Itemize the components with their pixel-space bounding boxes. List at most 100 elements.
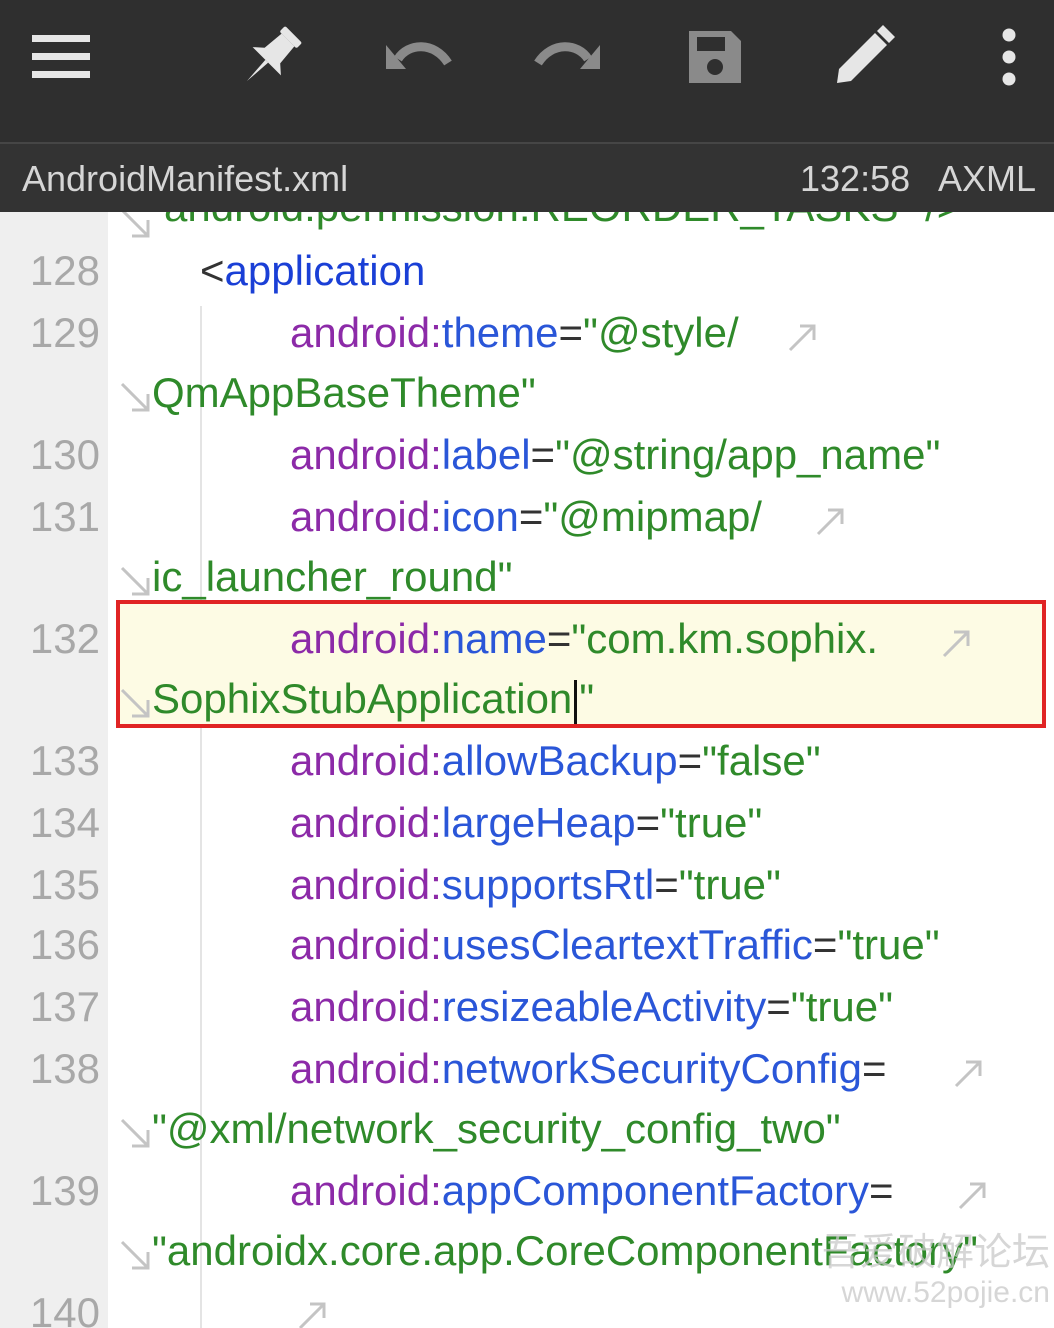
line-number: 133: [29, 737, 100, 784]
equals-sign: =: [861, 1045, 887, 1092]
file-name: AndroidManifest.xml: [22, 158, 349, 199]
line-number: 138: [29, 1045, 100, 1092]
attr-value: "true": [790, 983, 893, 1030]
attr-name: supportsRtl: [441, 861, 655, 908]
code-line-131-cont: ic_launcher_round": [152, 553, 513, 600]
more-options-button[interactable]: [966, 14, 1052, 100]
line-number: 134: [29, 799, 100, 846]
equals-sign: =: [677, 737, 703, 784]
more-vert-icon: [1002, 28, 1016, 86]
attr-value: "true": [678, 861, 781, 908]
attr-name: largeHeap: [441, 799, 636, 846]
attr-value: "true": [660, 799, 763, 846]
attr-value: "false": [702, 737, 821, 784]
code-line-136: android:usesCleartextTraffic="true": [290, 914, 940, 976]
wrap-arrow-icon: [942, 630, 970, 658]
equals-sign: =: [812, 921, 838, 968]
equals-sign: =: [654, 861, 679, 908]
attr-namespace: android:: [290, 737, 442, 784]
line-number-gutter: 128 129 130 131 132 133 134 135 136 137 …: [0, 212, 108, 1328]
pin-button[interactable]: [228, 14, 314, 100]
text-cursor: [574, 679, 578, 724]
attr-namespace: android:: [290, 493, 442, 540]
attr-namespace: android:: [290, 983, 442, 1030]
wrap-continuation-icon: [120, 1240, 150, 1270]
code-line-133: android:allowBackup="false": [290, 730, 821, 792]
attr-name: name: [441, 615, 547, 662]
wrap-arrow-icon: [788, 324, 816, 352]
menu-icon: [32, 35, 90, 78]
file-status-bar: AndroidManifest.xml 132:58 AXML: [0, 142, 1054, 212]
attr-name: allowBackup: [441, 737, 678, 784]
tag-bracket: <: [200, 247, 225, 294]
wrap-arrow-icon: [954, 1060, 982, 1088]
redo-icon: [534, 42, 600, 69]
line-number: 140: [29, 1289, 100, 1328]
edit-button[interactable]: [820, 14, 906, 100]
line-number: 132: [29, 615, 100, 662]
line-number: 130: [29, 431, 100, 478]
wrap-continuation-icon: [121, 212, 150, 238]
watermark: 吾爱破解论坛 www.52pojie.cn: [822, 1221, 1050, 1310]
wrap-continuation-icon: [120, 688, 150, 718]
line-number: 136: [29, 921, 100, 968]
attr-value: "@mipmap/: [543, 493, 762, 540]
equals-sign: =: [530, 431, 556, 478]
code-line-138-cont: "@xml/network_security_config_two": [152, 1105, 841, 1152]
watermark-title: 吾爱破解论坛: [821, 1232, 1050, 1274]
attr-namespace: android:: [290, 1045, 442, 1092]
attr-value: "@string/app_name": [555, 431, 941, 478]
attr-name: label: [441, 431, 531, 478]
wrap-arrow-icon: [958, 1182, 986, 1210]
code-line-129: android:theme="@style/: [290, 302, 739, 364]
attr-name: theme: [441, 309, 559, 356]
attr-name: icon: [441, 493, 519, 540]
save-button[interactable]: [672, 14, 758, 100]
line-number: 129: [29, 309, 100, 356]
code-line-138: android:networkSecurityConfig=: [290, 1038, 887, 1100]
wrap-continuation-icon: [120, 1118, 150, 1148]
code-line-132: android:name="com.km.sophix.: [290, 608, 878, 670]
editor-toolbar: [0, 0, 1054, 142]
code-line-partial: android:permission.REORDER_TASKS" />: [164, 212, 961, 238]
attr-name: resizeableActivity: [441, 983, 767, 1030]
code-line-132-cont: SophixStubApplication ": [152, 668, 594, 730]
attr-namespace: android:: [290, 309, 442, 356]
attr-value: "true": [837, 921, 940, 968]
equals-sign: =: [518, 493, 544, 540]
wrap-arrow-icon: [298, 1302, 326, 1328]
attr-namespace: android:: [290, 799, 442, 846]
attr-name: networkSecurityConfig: [441, 1045, 862, 1092]
equals-sign: =: [558, 309, 584, 356]
equals-sign: =: [635, 799, 661, 846]
attr-value-quote: ": [579, 675, 595, 722]
code-line-130: android:label="@string/app_name": [290, 424, 940, 486]
attr-namespace: android:: [290, 1167, 442, 1214]
attr-namespace: android:: [290, 615, 442, 662]
line-number: 137: [29, 983, 100, 1030]
code-line-139: android:appComponentFactory=: [290, 1160, 894, 1222]
attr-namespace: android:: [290, 861, 442, 908]
menu-button[interactable]: [18, 14, 104, 100]
equals-sign: =: [869, 1167, 894, 1214]
equals-sign: =: [546, 615, 572, 662]
code-line-137: android:resizeableActivity="true": [290, 976, 893, 1038]
attr-namespace: android:: [290, 921, 442, 968]
code-editor[interactable]: 128 129 130 131 132 133 134 135 136 137 …: [0, 212, 1054, 1328]
equals-sign: =: [766, 983, 791, 1030]
code-line-135: android:supportsRtl="true": [290, 854, 781, 916]
watermark-url: www.52pojie.cn: [841, 1276, 1050, 1309]
attr-namespace: android:: [290, 431, 442, 478]
attr-value: "@style/: [583, 309, 739, 356]
code-line-131: android:icon="@mipmap/: [290, 486, 762, 548]
code-line-129-cont: QmAppBaseTheme": [152, 369, 536, 416]
line-number: 131: [29, 493, 100, 540]
undo-button[interactable]: [376, 14, 462, 100]
pin-icon: [246, 26, 302, 82]
save-icon: [689, 31, 741, 83]
redo-button[interactable]: [524, 14, 610, 100]
undo-icon: [386, 42, 452, 69]
syntax-mode[interactable]: AXML: [938, 158, 1036, 200]
edit-icon: [837, 25, 895, 83]
line-number: 128: [29, 247, 100, 294]
